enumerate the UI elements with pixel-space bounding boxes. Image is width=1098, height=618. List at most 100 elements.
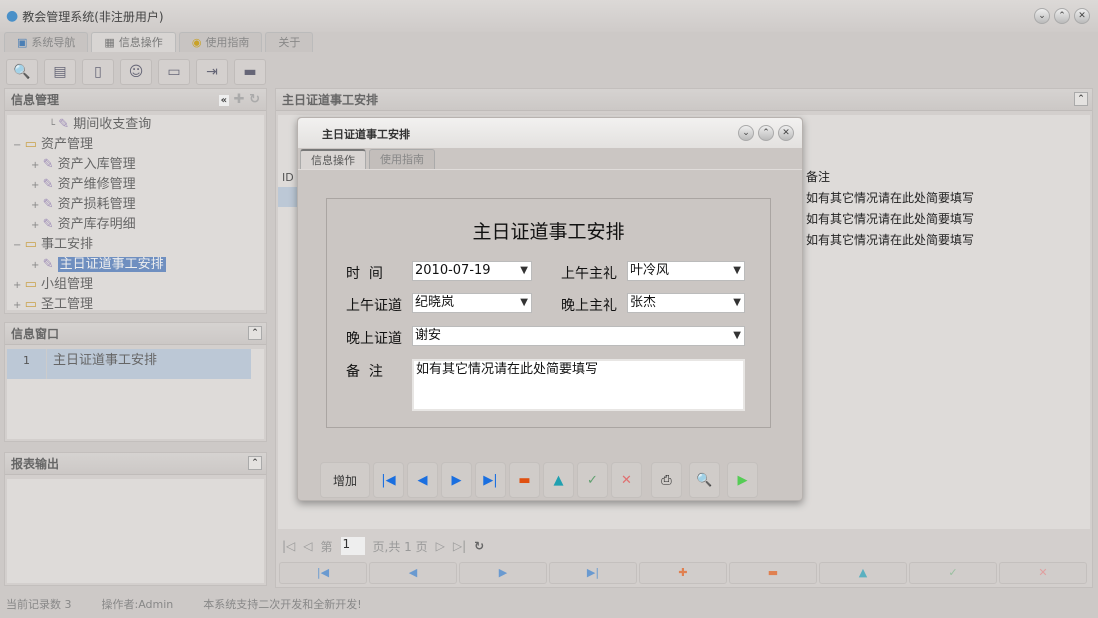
- tab-guide[interactable]: 使用指南: [369, 149, 435, 169]
- info-tree: └ ✎ 期间收支查询 − ▭ 资产管理 + ✎ 资产入库管理 + ✎ 资产维修管理 + …: [7, 115, 264, 312]
- status-message: 本系统支持二次开发和全新开发!: [203, 598, 362, 611]
- app-title: 教会管理系统(非注册用户): [22, 9, 164, 24]
- chevron-down-icon: ▼: [520, 297, 528, 308]
- help-icon: ◉: [191, 36, 202, 49]
- collapse-icon[interactable]: ⌃: [248, 456, 262, 470]
- table-cell[interactable]: 如有其它情况请在此处简要填写: [806, 230, 978, 251]
- chevron-down-icon: ▼: [733, 330, 741, 341]
- tree-item[interactable]: + ✎ 主日证道事工安排: [13, 255, 264, 275]
- collapse-left-icon[interactable]: «: [218, 95, 230, 106]
- main-title: 主日证道事工安排: [282, 93, 379, 107]
- document-icon[interactable]: ▯: [82, 59, 114, 85]
- page-input[interactable]: 1: [340, 537, 365, 555]
- next-record-button[interactable]: ▶: [441, 462, 472, 498]
- first-page-icon[interactable]: |◁: [282, 539, 295, 553]
- cancel-button[interactable]: ✕: [611, 462, 642, 498]
- collapse-icon[interactable]: ⌃: [248, 326, 262, 340]
- print-icon[interactable]: ⎙: [651, 462, 682, 498]
- delete-button[interactable]: ▬: [509, 462, 540, 498]
- operator: 操作者:Admin: [101, 598, 174, 611]
- close-button[interactable]: ✕: [778, 125, 794, 141]
- tree-item[interactable]: + ✎ 资产维修管理: [13, 175, 264, 195]
- app-logo-icon: ●: [6, 8, 19, 24]
- grid-icon: ▦: [104, 36, 115, 49]
- search-doc-icon[interactable]: 🔍: [6, 59, 38, 85]
- am-preach-select[interactable]: 纪晓岚 ▼: [412, 293, 532, 313]
- panel-title: 信息窗口: [11, 327, 60, 341]
- tree-item[interactable]: + ✎ 资产库存明细: [13, 215, 264, 235]
- maximize-button[interactable]: ⌃: [1054, 8, 1070, 24]
- title-bar: ● 教会管理系统(非注册用户): [0, 0, 1098, 32]
- minimize-button[interactable]: ⌄: [1034, 8, 1050, 24]
- tree-item[interactable]: + ✎ 资产损耗管理: [13, 195, 264, 215]
- user-computer-icon[interactable]: ☺: [120, 59, 152, 85]
- tab-info-ops[interactable]: 信息操作: [300, 149, 366, 169]
- folder-icon: ▭: [24, 137, 37, 152]
- first-record-button[interactable]: |◀: [373, 462, 404, 498]
- next-record-button[interactable]: ▶: [459, 562, 547, 584]
- maximize-button[interactable]: ⌃: [758, 125, 774, 141]
- chevron-down-icon: ▼: [520, 265, 528, 276]
- screen-globe-icon[interactable]: ▭: [158, 59, 190, 85]
- panel-title: 信息管理: [11, 93, 60, 107]
- toolbar: 🔍 ▤ ▯ ☺ ▭ ⇥ ▬: [6, 59, 266, 85]
- am-host-select[interactable]: 叶冷风 ▼: [627, 261, 745, 281]
- add-icon[interactable]: ✚: [234, 92, 245, 107]
- note-textarea[interactable]: 如有其它情况请在此处简要填写: [412, 359, 745, 411]
- print-preview-icon[interactable]: 🔍: [689, 462, 720, 498]
- save-button[interactable]: ✓: [577, 462, 608, 498]
- minimize-button[interactable]: ⌄: [738, 125, 754, 141]
- folder-icon: ▭: [24, 297, 37, 312]
- close-button[interactable]: ✕: [1074, 8, 1090, 24]
- tree-item[interactable]: − ▭ 资产管理: [13, 135, 264, 155]
- edit-button[interactable]: ▲: [819, 562, 907, 584]
- tree-item[interactable]: + ▭ 小组管理: [13, 275, 264, 295]
- time-select[interactable]: 2010-07-19 ▼: [412, 261, 532, 281]
- export-icon[interactable]: ⇥: [196, 59, 228, 85]
- list-item[interactable]: 1 主日证道事工安排: [7, 349, 251, 379]
- record-form: 主日证道事工安排 时 间 2010-07-19 ▼ 上午主礼 叶冷风 ▼ 上午证道 …: [326, 198, 771, 428]
- table-cell[interactable]: 如有其它情况请在此处简要填写: [806, 209, 978, 230]
- add-button[interactable]: 增加: [320, 462, 370, 498]
- folder-icon: ▭: [24, 277, 37, 292]
- column-header-note: 备注: [806, 170, 831, 184]
- record-nav-bar: |◀ ◀ ▶ ▶| ✚ ▬ ▲ ✓ ✕: [279, 562, 1087, 584]
- pm-host-select[interactable]: 张杰 ▼: [627, 293, 745, 313]
- pm-preach-select[interactable]: 谢安 ▼: [412, 326, 745, 346]
- list-icon[interactable]: ▤: [44, 59, 76, 85]
- record-count: 当前记录数 3: [6, 598, 72, 611]
- chevron-down-icon: ▼: [733, 265, 741, 276]
- tab-about[interactable]: 关于: [265, 32, 314, 52]
- dialog-title: 主日证道事工安排: [322, 128, 410, 141]
- last-page-icon[interactable]: ▷|: [453, 539, 466, 553]
- prev-record-button[interactable]: ◀: [407, 462, 438, 498]
- tab-system-nav[interactable]: ▣ 系统导航: [4, 32, 89, 52]
- tree-item[interactable]: + ▭ 圣工管理: [13, 295, 264, 315]
- last-record-button[interactable]: ▶|: [549, 562, 637, 584]
- window-controls: ⌄ ⌃ ✕: [1034, 8, 1090, 24]
- prev-page-icon[interactable]: ◁: [303, 539, 312, 553]
- tab-guide[interactable]: ◉ 使用指南: [178, 32, 263, 52]
- next-page-icon[interactable]: ▷: [436, 539, 445, 553]
- refresh-icon[interactable]: ↻: [249, 92, 260, 107]
- info-mgmt-panel: 信息管理 « ✚ ↻ └ ✎ 期间收支查询 − ▭ 资产管理 + ✎ 资产入库管理 +…: [4, 88, 267, 314]
- save-button[interactable]: ✓: [909, 562, 997, 584]
- tree-item[interactable]: + ✎ 资产入库管理: [13, 155, 264, 175]
- tree-item[interactable]: └ ✎ 期间收支查询: [13, 115, 264, 135]
- table-cell[interactable]: 如有其它情况请在此处简要填写: [806, 188, 978, 209]
- add-button[interactable]: ✚: [639, 562, 727, 584]
- last-record-button[interactable]: ▶|: [475, 462, 506, 498]
- play-icon[interactable]: ▶: [727, 462, 758, 498]
- delete-button[interactable]: ▬: [729, 562, 817, 584]
- prev-record-button[interactable]: ◀: [369, 562, 457, 584]
- edit-dialog: 主日证道事工安排 ⌄ ⌃ ✕ 信息操作 使用指南 主日证道事工安排 时 间 20…: [297, 117, 803, 501]
- cancel-button[interactable]: ✕: [999, 562, 1087, 584]
- edit-button[interactable]: ▲: [543, 462, 574, 498]
- tools-icon: ✎: [42, 257, 54, 272]
- window-icon[interactable]: ▬: [234, 59, 266, 85]
- first-record-button[interactable]: |◀: [279, 562, 367, 584]
- refresh-icon[interactable]: ↻: [474, 539, 484, 553]
- tree-item[interactable]: − ▭ 事工安排: [13, 235, 264, 255]
- tab-info-ops[interactable]: ▦ 信息操作: [91, 32, 176, 52]
- collapse-icon[interactable]: ⌃: [1074, 92, 1088, 106]
